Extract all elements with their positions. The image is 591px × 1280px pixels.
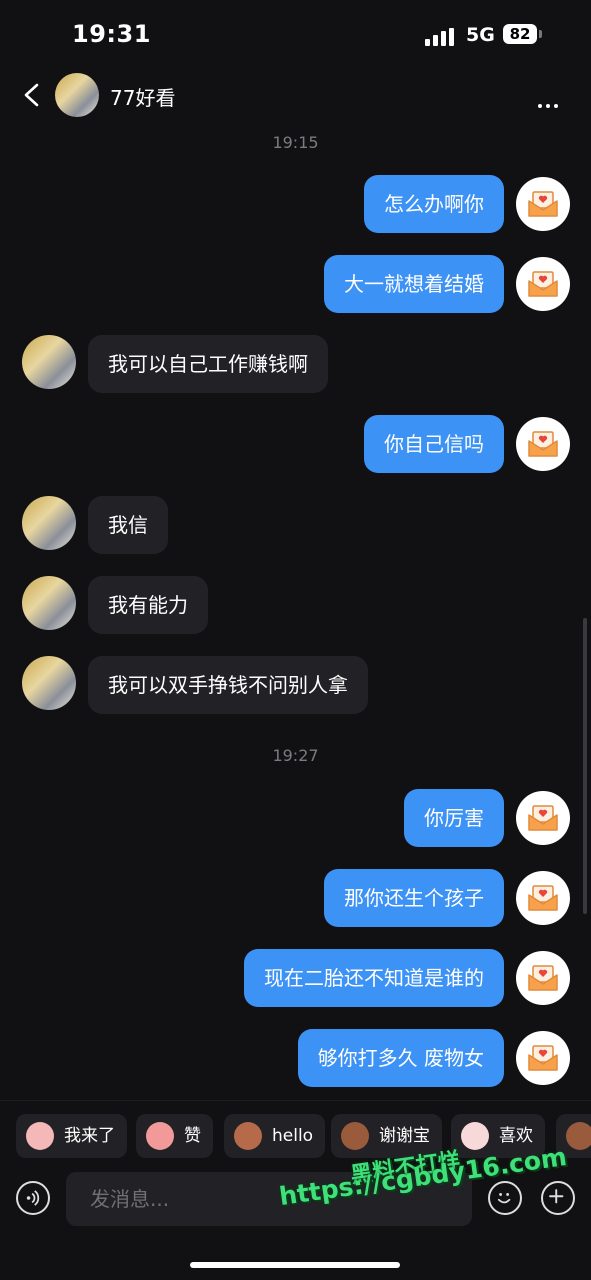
scrollbar[interactable] xyxy=(583,618,587,914)
envelope-heart-icon xyxy=(528,191,558,217)
message-bubble-received[interactable]: 我可以双手挣钱不问别人拿 xyxy=(88,656,368,714)
my-avatar[interactable] xyxy=(516,791,570,845)
contact-avatar[interactable] xyxy=(22,496,76,550)
my-avatar[interactable] xyxy=(516,951,570,1005)
contact-avatar[interactable] xyxy=(55,73,99,117)
contact-name[interactable]: 77好看 xyxy=(110,82,175,111)
quick-reply-chip[interactable]: 赞 xyxy=(136,1114,213,1158)
more-options-icon[interactable] xyxy=(538,93,562,112)
contact-avatar[interactable] xyxy=(22,335,76,389)
timestamp: 19:27 xyxy=(272,746,319,765)
message-bubble-sent[interactable]: 现在二胎还不知道是谁的 xyxy=(244,949,504,1007)
envelope-heart-icon xyxy=(528,805,558,831)
my-avatar[interactable] xyxy=(516,177,570,231)
contact-avatar[interactable] xyxy=(22,576,76,630)
quick-reply-chip[interactable]: 我来了 xyxy=(16,1114,127,1158)
envelope-heart-icon xyxy=(528,1045,558,1071)
message-bubble-received[interactable]: 我可以自己工作赚钱啊 xyxy=(88,335,328,393)
message-bubble-sent[interactable]: 怎么办啊你 xyxy=(364,175,504,233)
network-type: 5G xyxy=(466,24,495,46)
my-avatar[interactable] xyxy=(516,871,570,925)
message-bubble-sent[interactable]: 你自己信吗 xyxy=(364,415,504,473)
monkey-icon xyxy=(234,1122,262,1150)
home-indicator[interactable] xyxy=(190,1262,400,1268)
plus-icon[interactable] xyxy=(541,1181,575,1215)
quick-reply-chip[interactable]: hello xyxy=(224,1114,326,1158)
message-bubble-sent[interactable]: 大一就想着结婚 xyxy=(324,255,504,313)
divider xyxy=(0,1100,591,1101)
sticker-icon xyxy=(146,1122,174,1150)
back-arrow-icon[interactable] xyxy=(18,80,48,110)
message-bubble-sent[interactable]: 那你还生个孩子 xyxy=(324,869,504,927)
envelope-heart-icon xyxy=(528,965,558,991)
status-time: 19:31 xyxy=(72,20,151,48)
emoji-icon[interactable] xyxy=(488,1181,522,1215)
battery-tip xyxy=(539,30,542,38)
status-bar: 19:31 5G 82 xyxy=(0,0,591,70)
envelope-heart-icon xyxy=(528,271,558,297)
contact-avatar[interactable] xyxy=(22,656,76,710)
my-avatar[interactable] xyxy=(516,1031,570,1085)
chat-header: 77好看 xyxy=(0,70,591,122)
message-bubble-sent[interactable]: 够你打多久 废物女 xyxy=(297,1029,504,1087)
timestamp: 19:15 xyxy=(272,133,319,152)
monkey-icon xyxy=(566,1122,591,1150)
my-avatar[interactable] xyxy=(516,257,570,311)
message-bubble-received[interactable]: 我信 xyxy=(88,496,168,554)
battery-icon: 82 xyxy=(503,24,537,44)
monkey-icon xyxy=(341,1122,369,1150)
message-bubble-received[interactable]: 我有能力 xyxy=(88,576,208,634)
signal-icon xyxy=(425,28,457,46)
sticker-icon xyxy=(26,1122,54,1150)
my-avatar[interactable] xyxy=(516,417,570,471)
envelope-heart-icon xyxy=(528,885,558,911)
envelope-heart-icon xyxy=(528,431,558,457)
voice-icon[interactable] xyxy=(16,1181,50,1215)
message-bubble-sent[interactable]: 你厉害 xyxy=(404,789,504,847)
sticker-icon xyxy=(461,1122,489,1150)
